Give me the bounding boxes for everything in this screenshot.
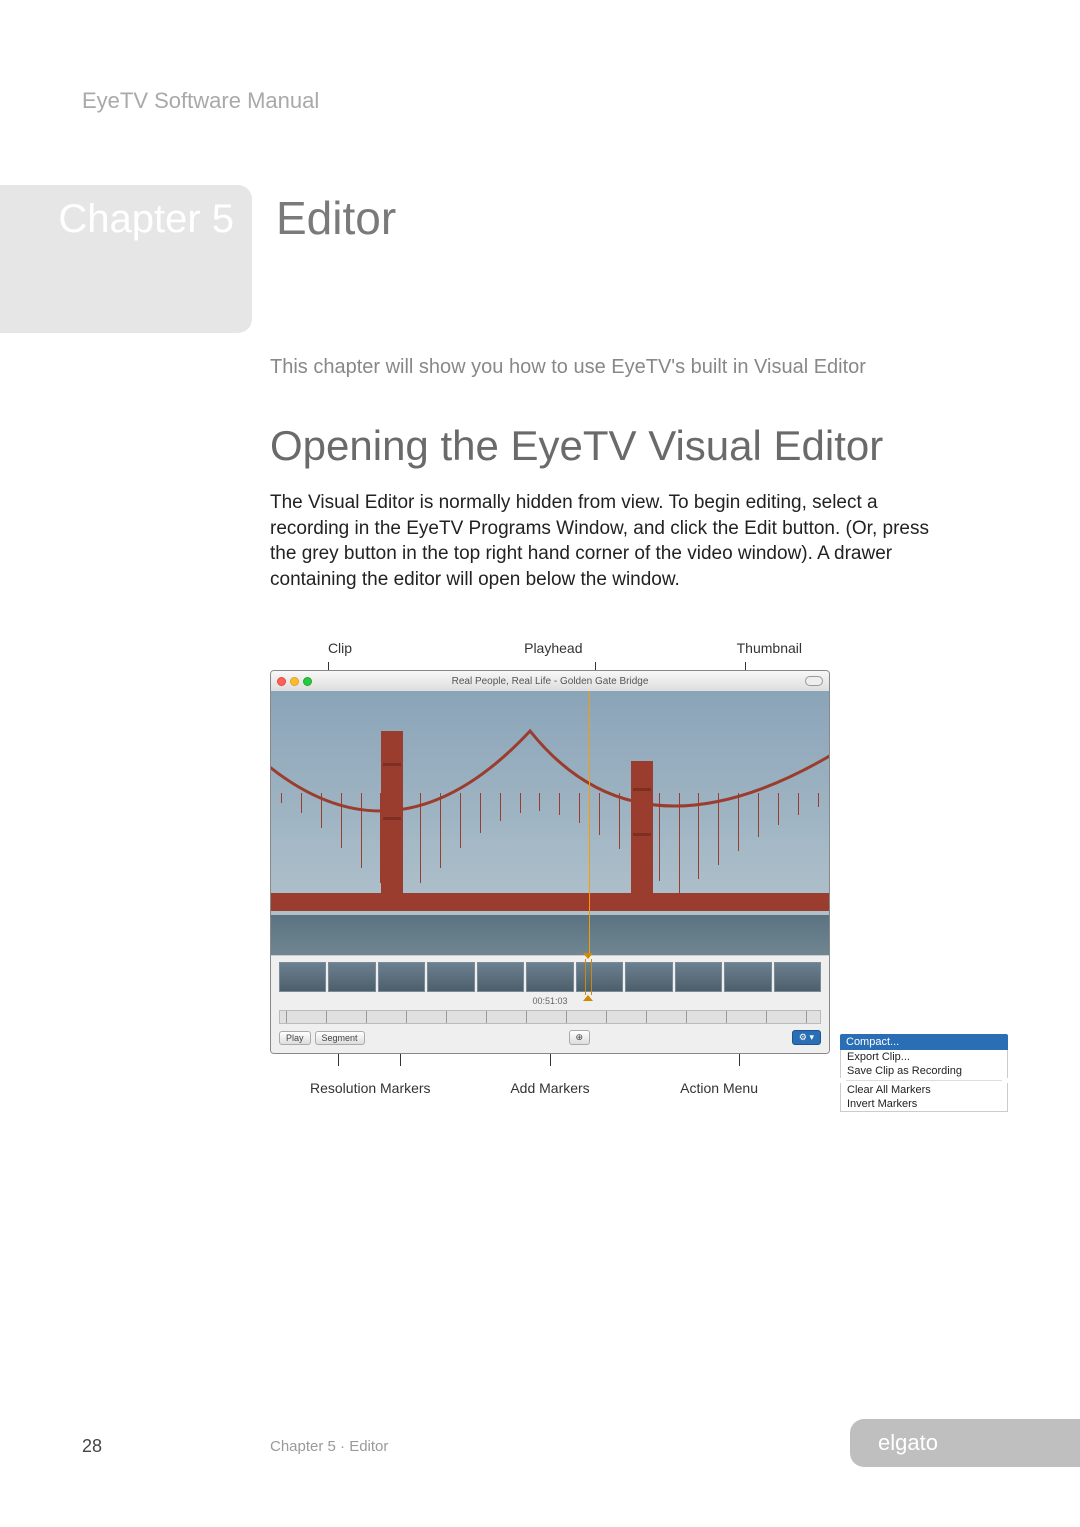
add-marker-button[interactable]: ⊕ xyxy=(569,1030,591,1045)
menu-item-invert-markers[interactable]: Invert Markers xyxy=(840,1097,1008,1112)
editor-figure: Clip Playhead Thumbnail Real People, Rea… xyxy=(270,640,830,1098)
callout-markers: Markers xyxy=(380,1080,431,1096)
callout-resolution: Resolution xyxy=(310,1080,376,1096)
timecode: 00:51:03 xyxy=(279,996,821,1006)
playhead-line xyxy=(589,691,590,955)
minimize-icon[interactable] xyxy=(290,677,299,686)
menu-item-export-clip[interactable]: Export Clip... xyxy=(840,1050,1008,1064)
thumbnail-strip[interactable] xyxy=(279,962,821,992)
body-paragraph: The Visual Editor is normally hidden fro… xyxy=(270,490,960,593)
segment-button[interactable]: Segment xyxy=(315,1031,365,1045)
brand-tab: elgato xyxy=(850,1419,1080,1467)
callout-action-menu: Action Menu xyxy=(680,1080,758,1096)
chapter-title: Editor xyxy=(276,191,396,245)
timeline-ruler[interactable] xyxy=(279,1010,821,1024)
chapter-label: Chapter 5 xyxy=(58,197,234,242)
callout-clip: Clip xyxy=(310,640,370,656)
callout-thumbnail: Thumbnail xyxy=(737,640,802,656)
action-menu-popup: Compact... Export Clip... Save Clip as R… xyxy=(840,1034,1008,1112)
menu-item-compact[interactable]: Compact... xyxy=(840,1034,1008,1050)
manual-title: EyeTV Software Manual xyxy=(82,88,319,114)
chapter-heading-block: Chapter 5 Editor xyxy=(0,185,396,333)
chapter-intro: This chapter will show you how to use Ey… xyxy=(270,356,866,379)
editor-drawer: 00:51:03 Play Segment ⊕ ⚙︎ ▾ xyxy=(271,955,829,1053)
page-footer: 28 Chapter 5 · Editor elgato xyxy=(0,1427,1080,1457)
section-heading: Opening the EyeTV Visual Editor xyxy=(270,422,883,470)
zoom-icon[interactable] xyxy=(303,677,312,686)
action-menu-button[interactable]: ⚙︎ ▾ xyxy=(792,1030,821,1045)
video-window: Real People, Real Life - Golden Gate Bri… xyxy=(270,670,830,1054)
close-icon[interactable] xyxy=(277,677,286,686)
video-preview xyxy=(271,691,829,955)
play-button[interactable]: Play xyxy=(279,1031,311,1045)
window-titlebar: Real People, Real Life - Golden Gate Bri… xyxy=(271,671,829,691)
menu-item-clear-markers[interactable]: Clear All Markers xyxy=(840,1083,1008,1097)
drawer-toggle-button[interactable] xyxy=(805,676,823,686)
menu-item-save-clip[interactable]: Save Clip as Recording xyxy=(840,1064,1008,1078)
bridge-tower xyxy=(631,761,653,911)
bridge-tower xyxy=(381,731,403,911)
callout-add-markers: Add Markers xyxy=(510,1080,589,1096)
window-title: Real People, Real Life - Golden Gate Bri… xyxy=(452,676,649,687)
page-number: 28 xyxy=(82,1436,102,1457)
brand-name: elgato xyxy=(878,1430,938,1456)
chapter-tab: Chapter 5 xyxy=(0,185,252,333)
playhead-handle[interactable] xyxy=(585,959,592,995)
callout-playhead: Playhead xyxy=(523,640,583,656)
footer-chapter: Chapter 5 · Editor xyxy=(270,1438,388,1455)
